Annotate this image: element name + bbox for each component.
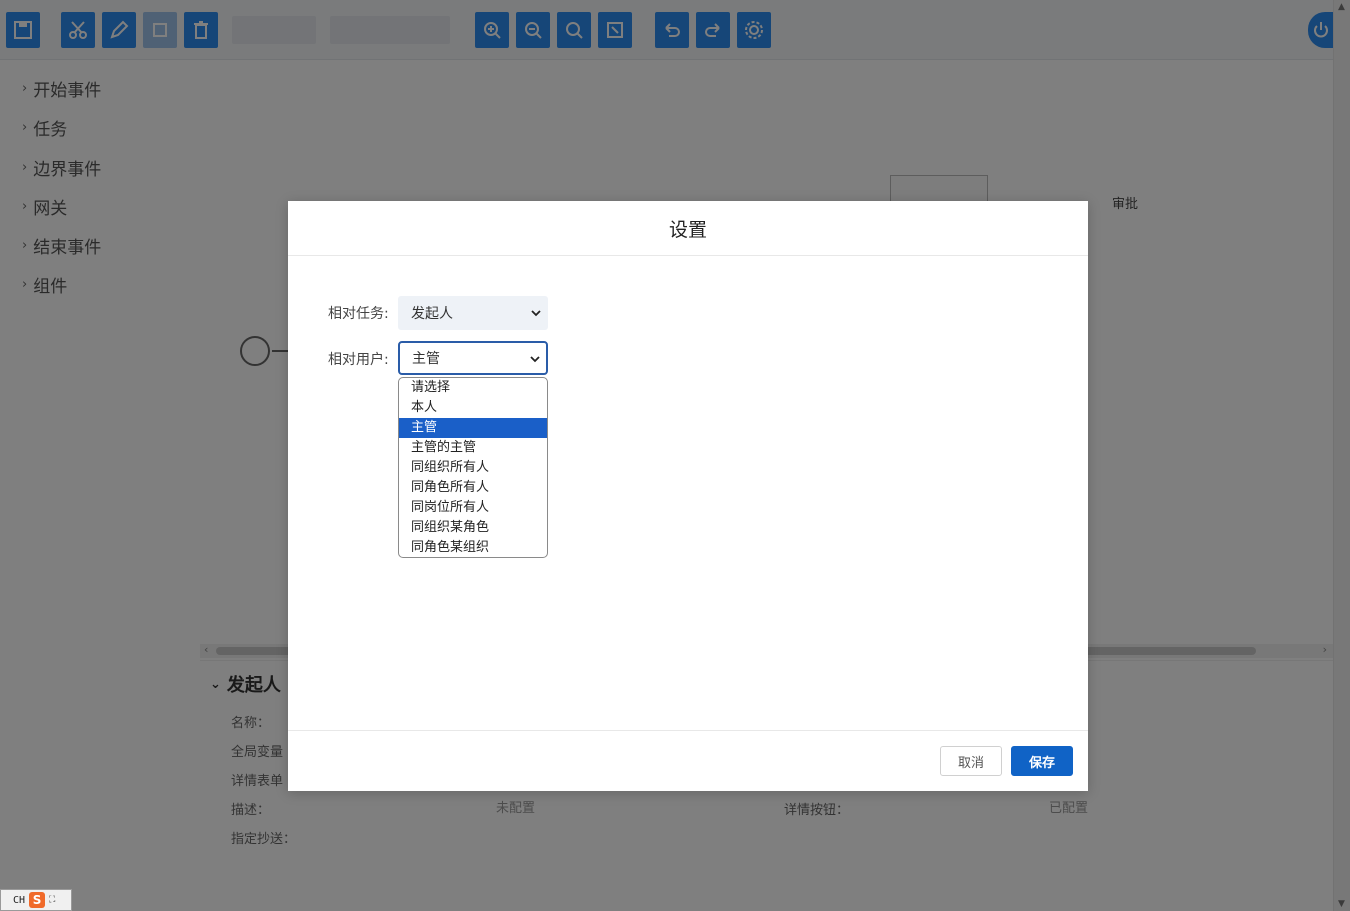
cancel-button[interactable]: 取消 [940, 746, 1002, 776]
dropdown-option[interactable]: 同组织所有人 [399, 458, 547, 478]
settings-dialog: 设置 相对任务: 发起人 相对用户: 主管 请选择 本人 主管 主管的主管 同组… [288, 201, 1088, 791]
relative-user-label: 相对用户: [328, 352, 389, 368]
relative-user-select[interactable]: 主管 [398, 341, 548, 375]
dropdown-option[interactable]: 同组织某角色 [399, 518, 547, 538]
dropdown-option[interactable]: 主管的主管 [399, 438, 547, 458]
relative-user-dropdown: 请选择 本人 主管 主管的主管 同组织所有人 同角色所有人 同岗位所有人 同组织… [398, 377, 548, 558]
relative-task-value: 发起人 [411, 306, 453, 322]
relative-task-select[interactable]: 发起人 [398, 296, 548, 330]
dropdown-option-selected[interactable]: 主管 [399, 418, 547, 438]
chevron-down-icon [531, 310, 541, 317]
ime-toolbar[interactable]: CH S ⛶ [0, 889, 72, 911]
ime-logo-icon[interactable]: S [29, 892, 46, 908]
dialog-footer: 取消 保存 [288, 730, 1088, 791]
relative-user-value: 主管 [412, 351, 440, 367]
dialog-title: 设置 [668, 218, 707, 241]
dropdown-option[interactable]: 同角色某组织 [399, 538, 547, 557]
dropdown-option[interactable]: 同岗位所有人 [399, 498, 547, 518]
save-button[interactable]: 保存 [1011, 746, 1073, 776]
ime-expand-icon[interactable]: ⛶ [49, 895, 55, 905]
ime-lang-indicator[interactable]: CH [13, 895, 25, 906]
dialog-header: 设置 [288, 201, 1088, 256]
relative-task-label: 相对任务: [328, 306, 389, 322]
chevron-down-icon [530, 356, 540, 363]
dropdown-option[interactable]: 同角色所有人 [399, 478, 547, 498]
dropdown-option[interactable]: 请选择 [399, 378, 547, 398]
dropdown-option[interactable]: 本人 [399, 398, 547, 418]
